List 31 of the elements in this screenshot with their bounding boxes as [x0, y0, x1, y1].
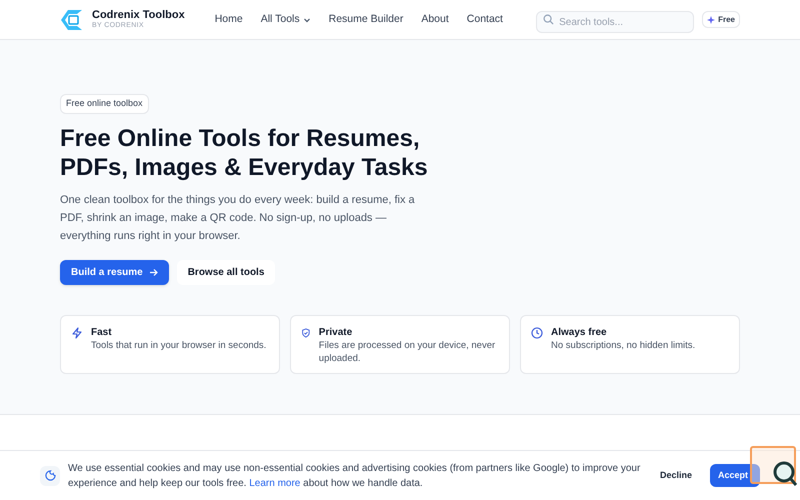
hero-title: Free Online Tools for Resumes, PDFs, Images & Everyday Tasks [60, 124, 429, 182]
clock-icon [531, 327, 543, 339]
search-field[interactable]: Search tools... [536, 11, 694, 33]
feature-description: Files are processed on your device, never uploaded. [318, 339, 496, 365]
chevron-down-icon [302, 16, 311, 24]
nav-link[interactable]: Contact [466, 12, 503, 28]
eyebrow-badge: Free online toolbox [60, 94, 149, 114]
nav-link[interactable]: About [421, 12, 449, 28]
sparkle-icon [707, 16, 716, 24]
hero-description: One clean toolbox for the things you do every week: build a resume, fix a PDF, shrink an image, make a QR code. No sign-up, no uploads — everything runs right in your browser. [60, 193, 416, 244]
shield-check-icon [301, 327, 311, 339]
search-icon [543, 14, 554, 25]
free-badge: Free [702, 11, 740, 28]
lightning-icon [71, 327, 83, 339]
brand-name[interactable]: Codrenix Toolbox [92, 10, 185, 21]
feature-description: No subscriptions, no hidden limits. [551, 339, 696, 352]
nav-link[interactable]: Resume Builder [328, 12, 404, 28]
chat-widget-icon[interactable] [750, 446, 798, 488]
feature-description: Tools that run in your browser in seconds. [91, 339, 266, 352]
hero-button[interactable]: Browse all tools [176, 260, 276, 285]
nav-link[interactable]: Home [214, 12, 243, 28]
feature-title: Private [318, 326, 354, 339]
cookie-message: We use essential cookies and may use non-essential cookies and advertising cookies (from partners like Google) to improve your experience and help keep our tools free. Learn more about how we handle data. [68, 462, 642, 490]
nav-link[interactable]: All Tools [260, 12, 311, 28]
cookie-icon [44, 470, 56, 481]
feature-title: Always free [551, 326, 608, 339]
learn-more-link[interactable]: Learn more [249, 478, 300, 488]
arrow-right-icon [148, 268, 158, 277]
hero-button[interactable]: Build a resume [60, 260, 169, 285]
feature-title: Fast [91, 326, 113, 339]
cookie-button[interactable]: Accept [710, 464, 760, 487]
